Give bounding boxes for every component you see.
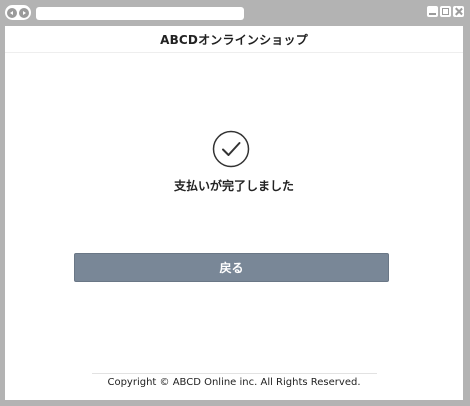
check-circle-icon — [212, 130, 250, 168]
nav-buttons — [5, 5, 31, 20]
address-bar[interactable] — [36, 7, 244, 20]
back-arrow-icon[interactable] — [7, 7, 17, 18]
minimize-icon[interactable] — [427, 6, 438, 17]
site-title: ABCDオンラインショップ — [160, 32, 308, 47]
window-controls — [427, 6, 464, 17]
forward-arrow-icon[interactable] — [19, 7, 29, 18]
browser-titlebar — [0, 0, 470, 26]
payment-complete-message: 支払いが完了しました — [173, 179, 294, 193]
back-button[interactable]: 戻る — [74, 253, 389, 282]
close-icon[interactable] — [453, 6, 464, 17]
copyright-text: Copyright © ABCD Online inc. All Rights … — [107, 377, 361, 388]
browser-window: ABCDオンラインショップ 支払いが完了しました 戻る Copyright © … — [0, 0, 470, 406]
maximize-icon[interactable] — [440, 6, 451, 17]
site-header: ABCDオンラインショップ — [5, 26, 463, 53]
page-content: ABCDオンラインショップ 支払いが完了しました 戻る Copyright © … — [5, 26, 463, 400]
footer-divider — [92, 373, 377, 374]
